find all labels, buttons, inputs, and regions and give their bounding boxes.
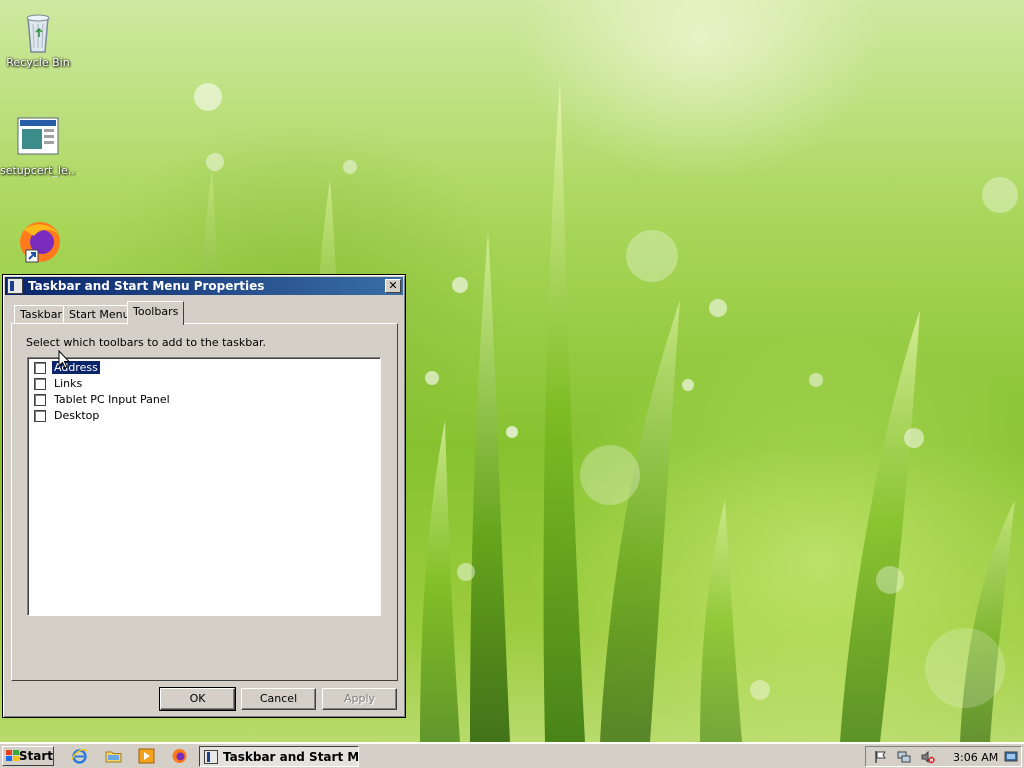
close-icon: ✕	[388, 279, 398, 292]
desktop-icon-label: Recycle Bin	[6, 56, 70, 69]
ok-button[interactable]: OK	[159, 687, 236, 711]
apply-button[interactable]: Apply	[322, 688, 397, 710]
ie-icon[interactable]	[71, 748, 88, 764]
taskbar-properties-icon	[7, 278, 23, 294]
list-item-label: Links	[54, 377, 83, 390]
toolbars-listbox[interactable]: Address Links Tablet PC Input Panel Desk…	[27, 357, 381, 616]
tab-label: Start Menu	[69, 308, 130, 321]
close-button[interactable]: ✕	[385, 279, 401, 293]
start-label: Start	[18, 749, 53, 763]
taskbar-properties-dialog: Taskbar and Start Menu Properties ✕ Task…	[2, 274, 406, 718]
tab-label: Toolbars	[133, 305, 179, 318]
taskbar: Start Taskbar and Start Me...	[0, 742, 1024, 768]
desktop-icon-setupcert[interactable]: setupcert_le...	[0, 114, 76, 177]
firefox-icon	[14, 216, 62, 264]
system-tray: 3:06 AM	[865, 746, 1022, 767]
explorer-icon[interactable]	[105, 748, 122, 764]
list-item-links[interactable]: Links	[34, 376, 84, 391]
mouse-cursor-icon	[58, 350, 70, 369]
address-checkbox[interactable]	[34, 361, 46, 374]
tab-toolbars[interactable]: Toolbars	[127, 301, 185, 325]
show-desktop-icon[interactable]	[1004, 750, 1018, 764]
start-button[interactable]: Start	[2, 746, 54, 766]
list-item-desktop[interactable]: Desktop	[34, 408, 101, 423]
toolbars-tab-panel: Select which toolbars to add to the task…	[11, 323, 398, 681]
volume-muted-icon[interactable]	[921, 750, 935, 764]
task-label: Taskbar and Start Me...	[223, 749, 359, 764]
dialog-title: Taskbar and Start Menu Properties	[28, 279, 265, 293]
firefox-icon[interactable]	[171, 748, 188, 764]
desktop-icon-label: setupcert_le...	[0, 164, 76, 177]
flag-icon[interactable]	[874, 750, 888, 764]
recycle-bin-icon	[14, 6, 62, 54]
tab-taskbar[interactable]: Taskbar	[14, 305, 68, 324]
list-item-tablet-pc-input-panel[interactable]: Tablet PC Input Panel	[34, 392, 172, 407]
links-checkbox[interactable]	[34, 377, 46, 390]
taskbar-task-properties[interactable]: Taskbar and Start Me...	[199, 746, 359, 767]
network-icon[interactable]	[897, 750, 911, 764]
list-item-label: Tablet PC Input Panel	[54, 393, 170, 406]
media-player-icon[interactable]	[138, 748, 155, 764]
tab-start-menu[interactable]: Start Menu	[63, 305, 136, 324]
setup-file-icon	[14, 114, 62, 162]
tablet-pc-checkbox[interactable]	[34, 393, 46, 406]
dialog-titlebar[interactable]: Taskbar and Start Menu Properties ✕	[5, 277, 403, 295]
toolbars-instruction: Select which toolbars to add to the task…	[26, 336, 266, 349]
windows-flag-icon	[6, 750, 19, 762]
tab-label: Taskbar	[20, 308, 62, 321]
desktop-checkbox[interactable]	[34, 409, 46, 422]
list-item-label: Desktop	[54, 409, 100, 422]
clock[interactable]: 3:06 AM	[953, 751, 998, 764]
desktop-icon-firefox[interactable]	[0, 216, 76, 266]
desktop-icon-recycle-bin[interactable]: Recycle Bin	[0, 6, 76, 69]
cancel-button[interactable]: Cancel	[241, 688, 316, 710]
taskbar-properties-icon	[204, 749, 218, 764]
